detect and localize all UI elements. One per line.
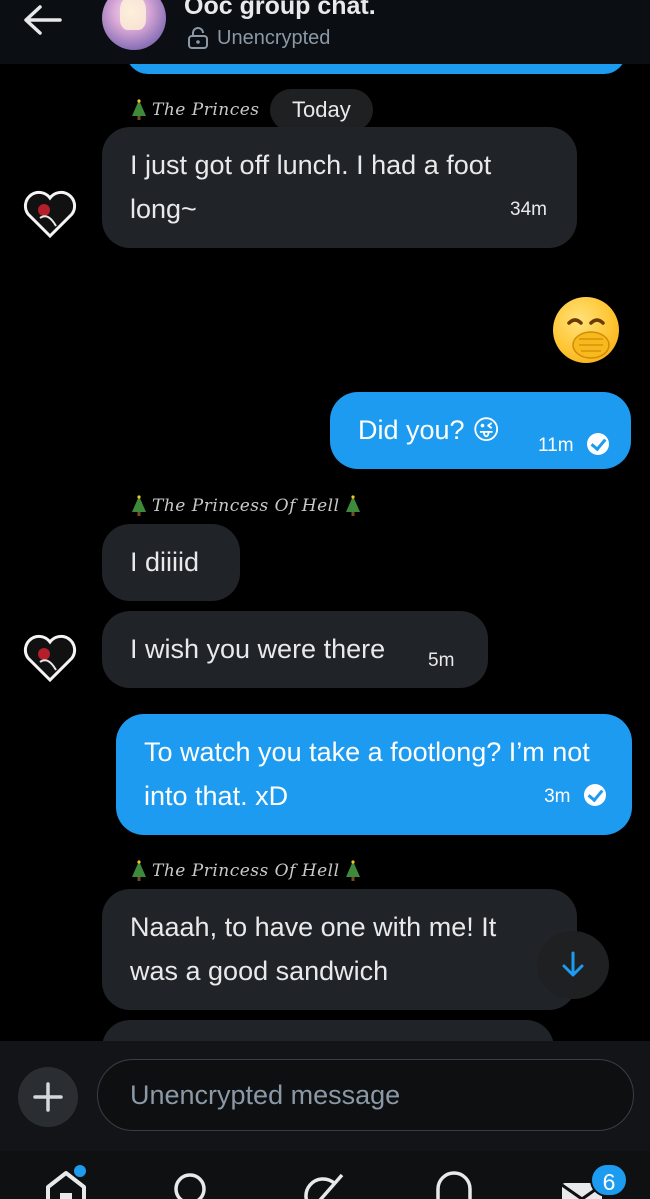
sender-avatar[interactable]: [22, 188, 78, 240]
message-text: To watch you take a footlong? I’m not in…: [144, 737, 590, 811]
message-text: I just got off lunch. I had a foot long~: [130, 150, 492, 224]
message-time: 11m: [538, 435, 574, 456]
search-icon[interactable]: [170, 1169, 214, 1199]
sender-label: The Princess Of Hell: [130, 860, 362, 882]
checkmark-icon: [584, 783, 606, 806]
chat-title[interactable]: Ooc group chat.: [184, 0, 376, 21]
encryption-status: Unencrypted: [187, 26, 330, 50]
back-arrow-icon[interactable]: [20, 2, 64, 38]
grok-icon[interactable]: [302, 1169, 346, 1199]
tree-icon: [132, 495, 146, 516]
message-input[interactable]: [97, 1059, 634, 1131]
message-time: 3m: [544, 786, 571, 807]
message-text: I diiiid: [130, 547, 200, 577]
group-avatar[interactable]: [102, 0, 166, 50]
messages-badge: 6: [590, 1163, 628, 1197]
message-time: 5m: [428, 650, 455, 671]
plus-icon: [33, 1082, 63, 1112]
message-bubble[interactable]: I wish you were there 5m: [102, 611, 488, 688]
sender-label: The Princes: [130, 99, 260, 121]
message-bubble[interactable]: I diiiid: [102, 524, 240, 601]
tree-icon: [132, 860, 146, 881]
sender-avatar[interactable]: [22, 632, 78, 684]
chat-header: Ooc group chat. Unencrypted: [0, 0, 650, 64]
emoji-message[interactable]: [553, 297, 619, 363]
tree-icon: [132, 99, 146, 120]
message-text: Naaah, to have one with me! It was a goo…: [130, 912, 497, 986]
tree-icon: [345, 860, 360, 881]
message-text: I wish you were there: [130, 634, 386, 664]
lock-icon: [188, 27, 208, 49]
message-time: 34m: [510, 199, 547, 220]
message-text: Did you? 😜: [358, 415, 501, 445]
attach-button[interactable]: [18, 1067, 78, 1127]
message-bubble[interactable]: To watch you take a footlong? I’m not in…: [116, 714, 632, 835]
tree-icon: [345, 495, 360, 516]
home-notification-dot: [74, 1165, 86, 1177]
message-bubble[interactable]: Naaah, to have one with me! It was a goo…: [102, 889, 577, 1010]
checkmark-icon: [587, 432, 610, 455]
message-bubble[interactable]: Did you? 😜 11m: [330, 392, 631, 469]
bottom-tab-bar: [0, 1151, 650, 1199]
arrow-down-icon: [562, 951, 584, 977]
message-composer: [0, 1041, 650, 1151]
message-bubble[interactable]: I just got off lunch. I had a foot long~…: [102, 127, 577, 248]
notifications-icon[interactable]: [432, 1169, 476, 1199]
scroll-to-bottom-button[interactable]: [537, 931, 609, 999]
sender-label: The Princess Of Hell: [130, 495, 362, 517]
date-separator: Today: [270, 89, 373, 131]
hand-over-mouth-emoji-icon: [567, 318, 610, 359]
encryption-label: Unencrypted: [217, 26, 331, 49]
